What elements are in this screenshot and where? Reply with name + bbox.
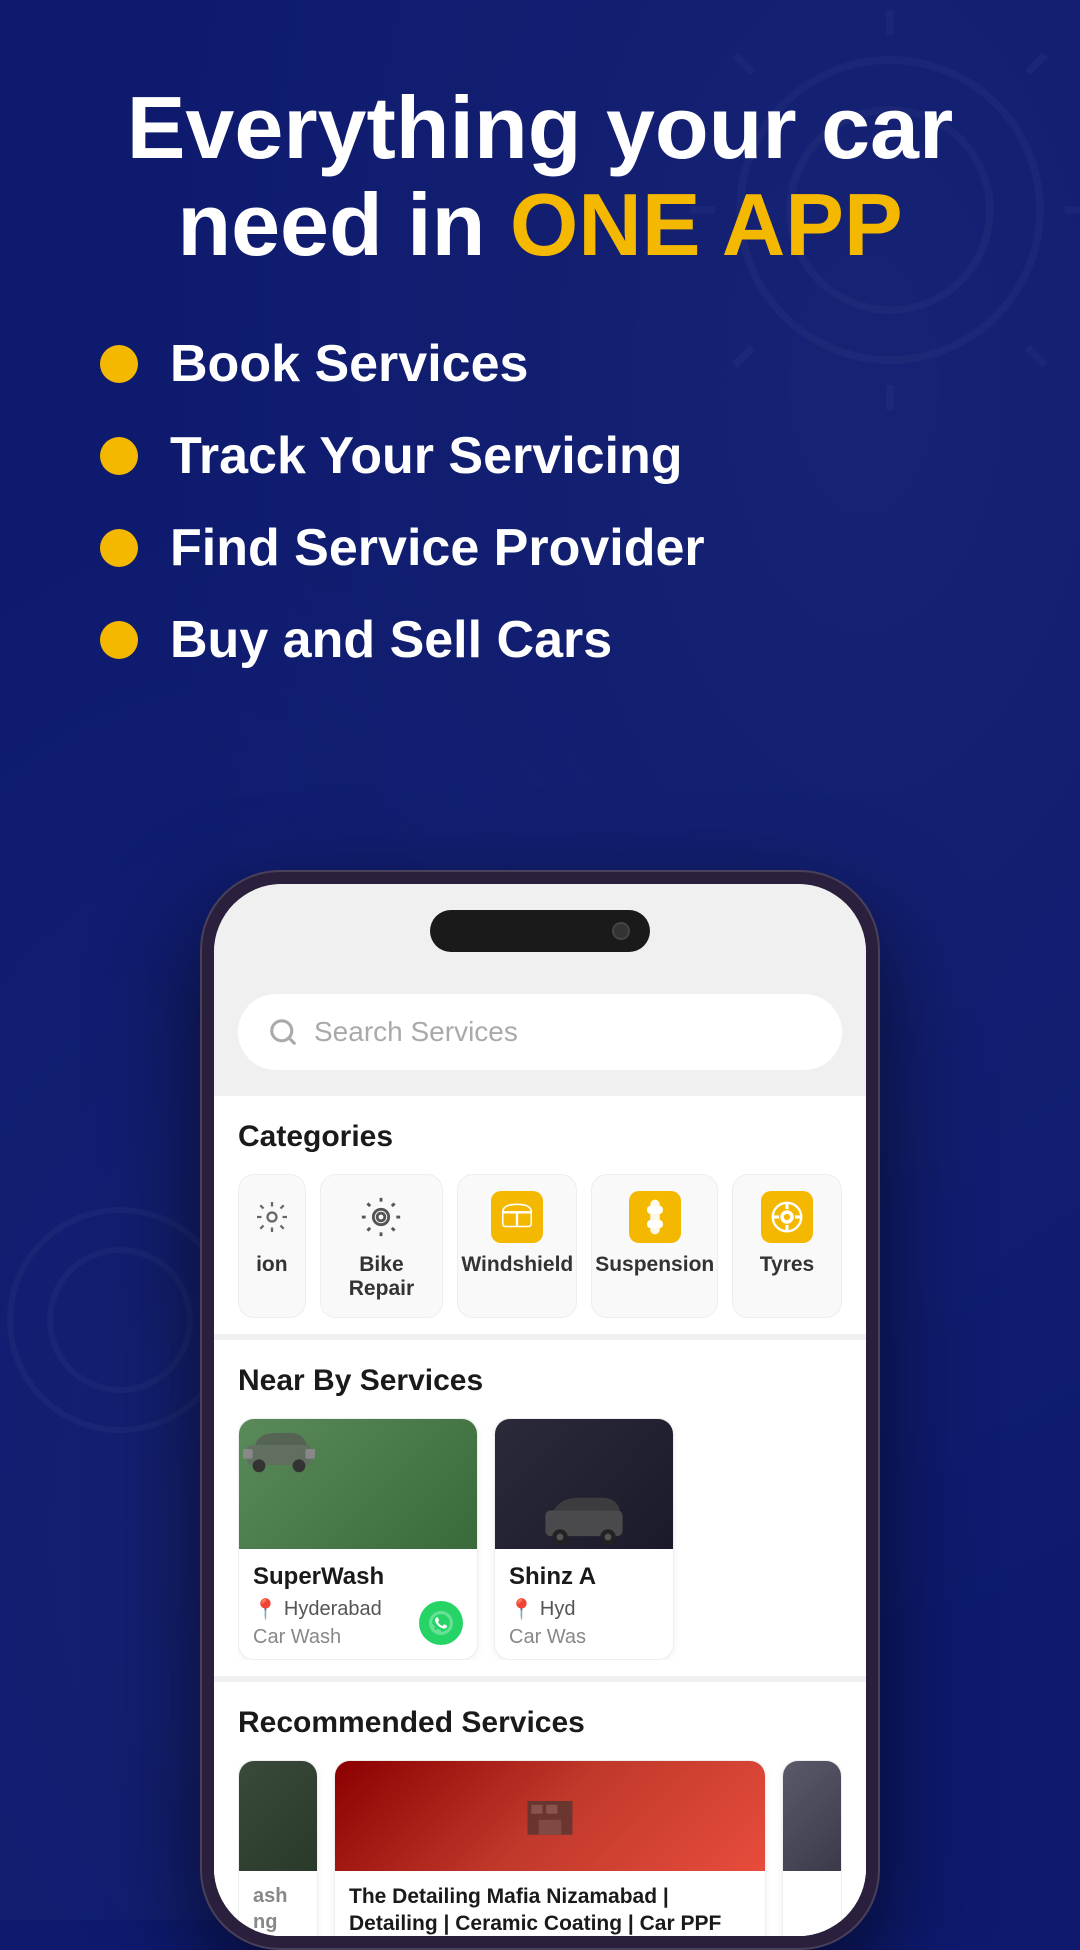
service-card-superwash[interactable]: SuperWash 📍 Hyderabad Car Wash — [238, 1418, 478, 1660]
rec-card-partial-left[interactable]: ashng — [238, 1760, 318, 1936]
rec-card-image-detailing — [335, 1761, 765, 1871]
service-card-shinz[interactable]: Shinz A 📍 Hyd Car Was — [494, 1418, 674, 1660]
category-icon-windshield — [491, 1191, 543, 1243]
location-pin-superwash: 📍 — [253, 1597, 278, 1622]
category-item-partial[interactable]: ion — [238, 1174, 306, 1318]
recommended-section: Recommended Services ashng — [214, 1682, 866, 1936]
category-item-suspension[interactable]: Suspension — [591, 1174, 718, 1318]
category-item-bike-repair[interactable]: Bike Repair — [320, 1174, 444, 1318]
feature-text-track: Track Your Servicing — [170, 426, 683, 486]
bullet-dot-find — [100, 529, 138, 567]
feature-track: Track Your Servicing — [100, 426, 980, 486]
recommended-title: Recommended Services — [238, 1706, 842, 1740]
category-label-bike-repair: Bike Repair — [331, 1253, 433, 1301]
service-card-image-superwash — [239, 1419, 477, 1549]
location-pin-shinz: 📍 — [509, 1597, 534, 1622]
feature-find: Find Service Provider — [100, 518, 980, 578]
car-icon-superwash — [239, 1419, 319, 1479]
feature-text-book: Book Services — [170, 334, 528, 394]
category-item-windshield[interactable]: Windshield — [457, 1174, 577, 1318]
phone-notch — [430, 910, 650, 952]
category-label-windshield: Windshield — [461, 1253, 573, 1277]
phone-mockup: Search Services Categories — [200, 870, 880, 1950]
rec-card-name-partial: ashng — [253, 1883, 303, 1935]
bullet-dot-buy — [100, 621, 138, 659]
recommended-scroll[interactable]: ashng — [238, 1760, 842, 1936]
bullet-dot-track — [100, 437, 138, 475]
rec-card-image-partial — [239, 1761, 317, 1871]
location-city-superwash: Hyderabad — [284, 1598, 382, 1621]
bullet-dot-book — [100, 345, 138, 383]
service-type-shinz: Car Was — [509, 1626, 659, 1649]
categories-section: Categories ion — [214, 1096, 866, 1334]
feature-book: Book Services — [100, 334, 980, 394]
phone-screen: Search Services Categories — [214, 884, 866, 1936]
rec-card-detailing-mafia[interactable]: The Detailing Mafia Nizamabad | Detailin… — [334, 1760, 766, 1936]
search-bar-container: Search Services — [214, 974, 866, 1090]
service-name-superwash: SuperWash — [253, 1563, 463, 1591]
rec-card-name-detailing: The Detailing Mafia Nizamabad | Detailin… — [349, 1883, 751, 1936]
phone-frame: Search Services Categories — [200, 870, 880, 1950]
location-city-shinz: Hyd — [540, 1598, 576, 1621]
rec-card-partial-right[interactable] — [782, 1760, 842, 1936]
hero-title: Everything your car need in ONE APP — [60, 80, 1020, 274]
feature-text-buy: Buy and Sell Cars — [170, 610, 612, 670]
service-location-shinz: 📍 Hyd — [509, 1597, 659, 1622]
building-icon — [520, 1791, 580, 1841]
category-label-suspension: Suspension — [595, 1253, 714, 1277]
nearby-scroll[interactable]: SuperWash 📍 Hyderabad Car Wash — [238, 1418, 842, 1660]
service-card-info-shinz: Shinz A 📍 Hyd Car Was — [495, 1549, 673, 1659]
rec-card-info-partial: ashng — [239, 1871, 317, 1936]
hero-section: Everything your car need in ONE APP Book… — [0, 0, 1080, 710]
service-card-image-shinz — [495, 1419, 673, 1549]
rec-card-info-detailing: The Detailing Mafia Nizamabad | Detailin… — [335, 1871, 765, 1936]
features-list: Book Services Track Your Servicing Find … — [60, 334, 1020, 670]
category-icon-tyres — [761, 1191, 813, 1243]
category-label-tyres: Tyres — [760, 1253, 814, 1277]
categories-scroll[interactable]: ion Bike Repair — [238, 1174, 842, 1318]
service-name-shinz: Shinz A — [509, 1563, 659, 1591]
search-placeholder: Search Services — [314, 1016, 518, 1048]
category-label-partial: ion — [256, 1253, 288, 1277]
phone-screen-content: Search Services Categories — [214, 884, 866, 1936]
category-item-tyres[interactable]: Tyres — [732, 1174, 842, 1318]
category-icon-partial — [246, 1191, 298, 1243]
search-bar[interactable]: Search Services — [238, 994, 842, 1070]
category-icon-suspension — [629, 1191, 681, 1243]
car-icon-shinz — [495, 1489, 673, 1549]
nearby-title: Near By Services — [238, 1364, 842, 1398]
categories-title: Categories — [238, 1120, 842, 1154]
search-icon — [268, 1017, 298, 1047]
rec-card-image-partial-right — [783, 1761, 841, 1871]
feature-buy: Buy and Sell Cars — [100, 610, 980, 670]
notch-camera — [612, 922, 630, 940]
nearby-section: Near By Services — [214, 1340, 866, 1676]
whatsapp-btn-superwash[interactable] — [419, 1601, 463, 1645]
feature-text-find: Find Service Provider — [170, 518, 705, 578]
category-icon-bike-repair — [355, 1191, 407, 1243]
